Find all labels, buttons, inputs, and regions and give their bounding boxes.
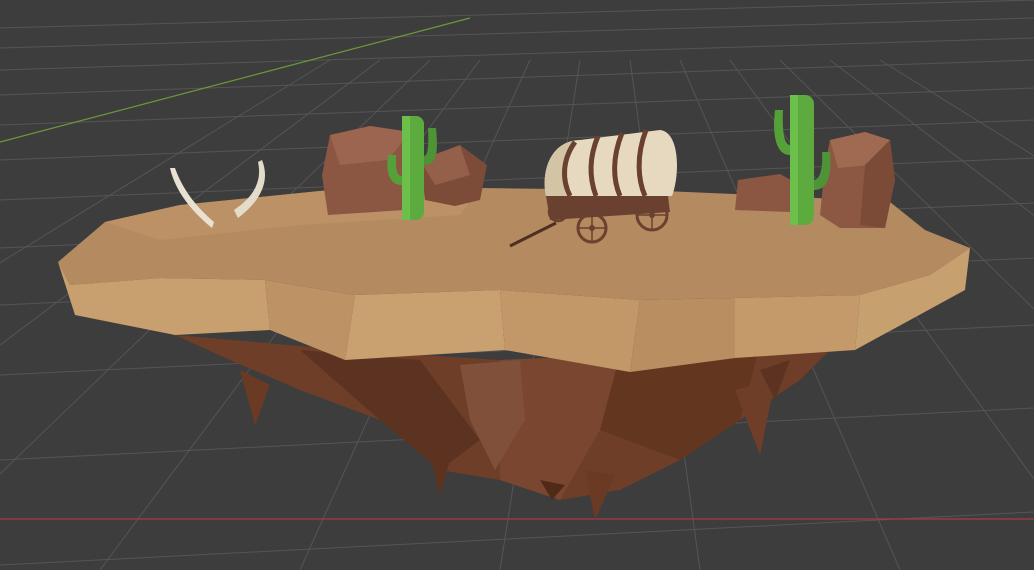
3d-viewport[interactable] bbox=[0, 0, 1034, 570]
y-axis-line bbox=[0, 17, 471, 143]
viewport-canvas[interactable] bbox=[0, 0, 1034, 570]
floating-island[interactable] bbox=[58, 188, 970, 520]
